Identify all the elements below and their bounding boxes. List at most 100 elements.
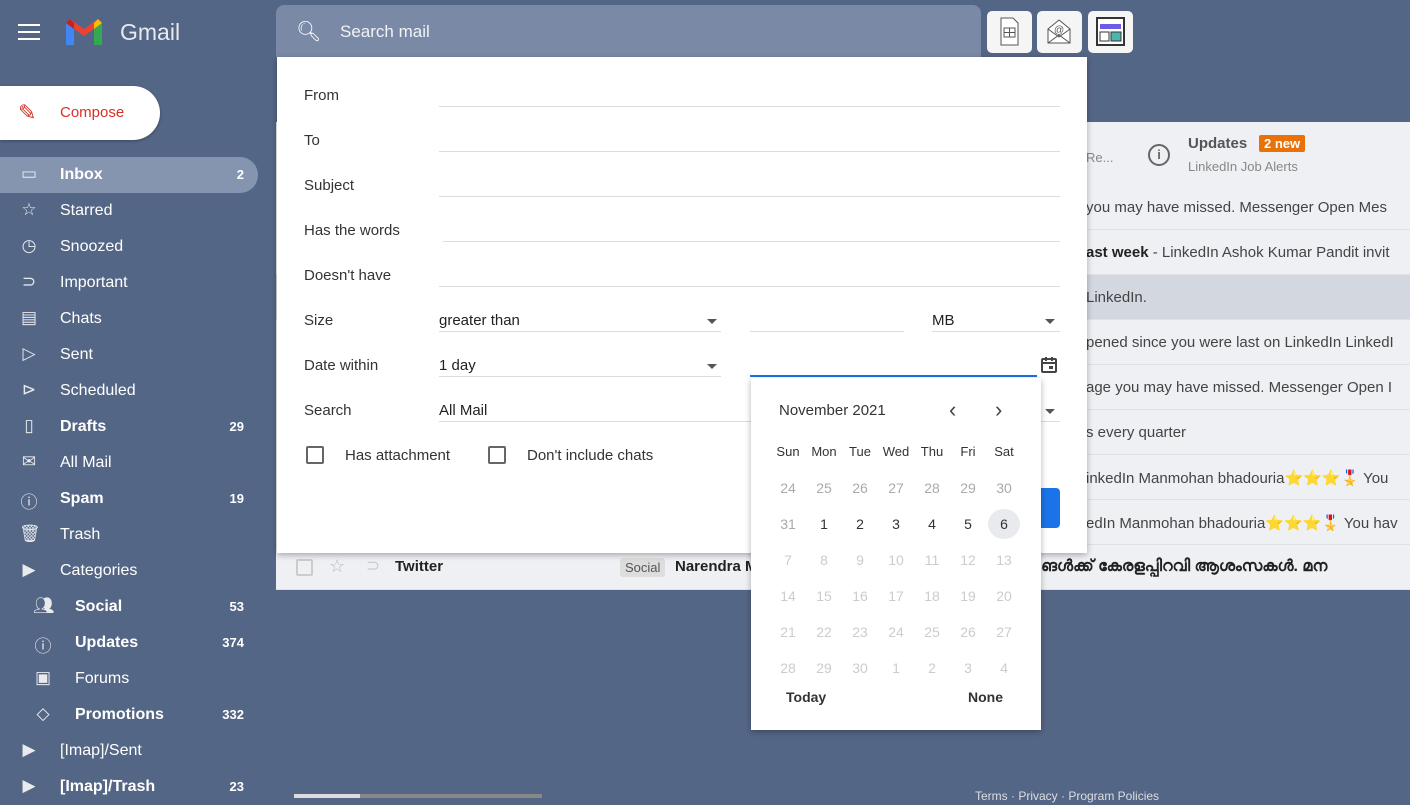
sidebar-item-social[interactable]: 👥︎ Social 53 [0, 589, 258, 625]
scheduled-icon: ⊳ [21, 380, 37, 399]
row-checkbox[interactable] [296, 559, 313, 576]
sidebar-item-label: Important [60, 274, 128, 291]
sidebar-item-important[interactable]: ⊃ Important [0, 265, 258, 301]
sidebar-item-scheduled[interactable]: ⊳ Scheduled [0, 373, 258, 409]
calendar-day[interactable]: 29 [952, 473, 984, 503]
sidebar-item-updates[interactable]: ⓘ Updates 374 [0, 625, 258, 661]
calendar-day: 15 [816, 588, 832, 604]
sidebar-item-count: 23 [229, 779, 244, 794]
sidebar-item-sent[interactable]: ▷ Sent [0, 337, 258, 373]
calendar-day: 2 [928, 660, 936, 676]
important-icon: ⊃ [21, 272, 37, 291]
calendar-day[interactable]: 25 [808, 473, 840, 503]
sidebar-item-label: Social [75, 598, 123, 615]
footer-links[interactable]: Terms · Privacy · Program Policies [975, 789, 1159, 803]
sidebar-item-all-mail[interactable]: ✉ All Mail [0, 445, 258, 481]
doesnt-have-input[interactable] [439, 286, 1060, 287]
calendar-day[interactable]: 28 [916, 473, 948, 503]
calendar-day: 20 [996, 588, 1012, 604]
row-snippet: edIn Manmohan bhadouria⭐⭐⭐🎖️ You hav [1086, 515, 1398, 532]
weekday-header: Sat [994, 444, 1014, 459]
weekday-header: Fri [960, 444, 976, 459]
calendar-day[interactable]: 1 [808, 509, 840, 539]
inbox-icon: ▭ [20, 164, 38, 183]
sheet-extension-button[interactable] [987, 11, 1032, 53]
size-value-input[interactable] [750, 331, 904, 332]
horizontal-scrollbar[interactable] [294, 794, 542, 798]
sidebar-item-chats[interactable]: ▤ Chats [0, 301, 258, 337]
sidebar-item-label: Spam [60, 490, 104, 507]
calendar-day: 27 [996, 624, 1012, 640]
calendar-day: 18 [924, 588, 940, 604]
sidebar-item-label: Sent [60, 346, 93, 363]
label-icon: ▶ [22, 560, 36, 579]
has-words-input[interactable] [443, 241, 1060, 242]
calendar-day[interactable]: 4 [916, 509, 948, 539]
sidebar-item-forums[interactable]: ▣ Forums [0, 661, 258, 697]
sidebar-item-imap-sent[interactable]: ▶ [Imap]/Sent [0, 733, 258, 769]
calendar-day[interactable]: 5 [952, 509, 984, 539]
weekday-header: Wed [882, 444, 910, 459]
calendar-day: 22 [816, 624, 832, 640]
sidebar-item-spam[interactable]: ⓘ Spam 19 [0, 481, 258, 517]
calendar-day[interactable]: 24 [772, 473, 804, 503]
calendar-day[interactable]: 2 [844, 509, 876, 539]
calendar-day[interactable]: 26 [844, 473, 876, 503]
calendar-day: 28 [780, 660, 796, 676]
important-icon[interactable]: ⊃ [366, 556, 380, 576]
dashboard-icon [1096, 17, 1125, 46]
star-icon[interactable]: ☆ [329, 556, 345, 577]
sidebar-item-trash[interactable]: 🗑︎ Trash [0, 517, 258, 553]
calendar-day[interactable]: 6 [988, 509, 1020, 539]
dashboard-extension-button[interactable] [1088, 11, 1133, 53]
sidebar-item-label: Starred [60, 202, 113, 219]
email-extension-button[interactable]: @ [1037, 11, 1082, 53]
calendar-icon[interactable] [1039, 355, 1059, 375]
sidebar-item-label: All Mail [60, 454, 112, 471]
gmail-wordmark: Gmail [120, 19, 181, 45]
sidebar-item-snoozed[interactable]: ◷ Snoozed [0, 229, 258, 265]
none-button[interactable]: None [968, 689, 1003, 705]
sidebar-item-starred[interactable]: ☆ Starred [0, 193, 258, 229]
sidebar-item-imap-trash[interactable]: ▶ [Imap]/Trash 23 [0, 769, 258, 805]
dropdown-icon [707, 364, 717, 369]
compose-button[interactable]: ✎ Compose [0, 86, 160, 140]
calendar-day: 30 [852, 660, 868, 676]
calendar-day: 14 [780, 588, 796, 604]
date-picker: November 2021 ‹ › Sun Mon Tue Wed Thu Fri Sat 2… [751, 378, 1041, 730]
calendar-day[interactable]: 3 [880, 509, 912, 539]
calendar-day: 4 [1000, 660, 1008, 676]
today-button[interactable]: Today [786, 689, 826, 705]
calendar-day: 8 [820, 552, 828, 568]
main-menu-button[interactable] [18, 24, 40, 40]
prev-month-icon[interactable]: ‹ [949, 397, 956, 423]
sidebar-item-categories[interactable]: ▶ Categories [0, 553, 258, 589]
tab-updates-label: Updates [1188, 135, 1248, 152]
dropdown-icon [1045, 409, 1055, 414]
chat-icon: ▤ [20, 308, 38, 327]
weekday-header: Sun [776, 444, 800, 459]
sidebar-item-count: 2 [236, 167, 244, 182]
sidebar-item-count: 29 [229, 419, 244, 434]
from-input[interactable] [439, 106, 1060, 107]
star-icon: ☆ [21, 200, 37, 219]
calendar-day: 29 [816, 660, 832, 676]
subject-input[interactable] [439, 196, 1060, 197]
next-month-icon[interactable]: › [995, 397, 1002, 423]
sidebar-item-drafts[interactable]: ▯ Drafts 29 [0, 409, 258, 445]
search-bar[interactable]: 🔍︎ Search mail [276, 5, 981, 57]
sidebar-item-inbox[interactable]: ▭ Inbox 2 [0, 157, 258, 193]
to-input[interactable] [439, 151, 1060, 152]
dropdown-icon [1045, 319, 1055, 324]
sidebar-item-label: Forums [75, 670, 130, 687]
sidebar-item-label: Drafts [60, 418, 107, 435]
info-icon: i [1148, 144, 1170, 166]
calendar-day[interactable]: 30 [988, 473, 1020, 503]
dropdown-icon [707, 319, 717, 324]
sidebar-item-promotions[interactable]: ◇ Promotions 332 [0, 697, 258, 733]
calendar-day[interactable]: 31 [772, 509, 804, 539]
clock-icon: ◷ [21, 236, 37, 255]
weekday-header: Thu [920, 444, 944, 459]
calendar-day[interactable]: 27 [880, 473, 912, 503]
search-input[interactable]: Search mail [340, 22, 430, 42]
